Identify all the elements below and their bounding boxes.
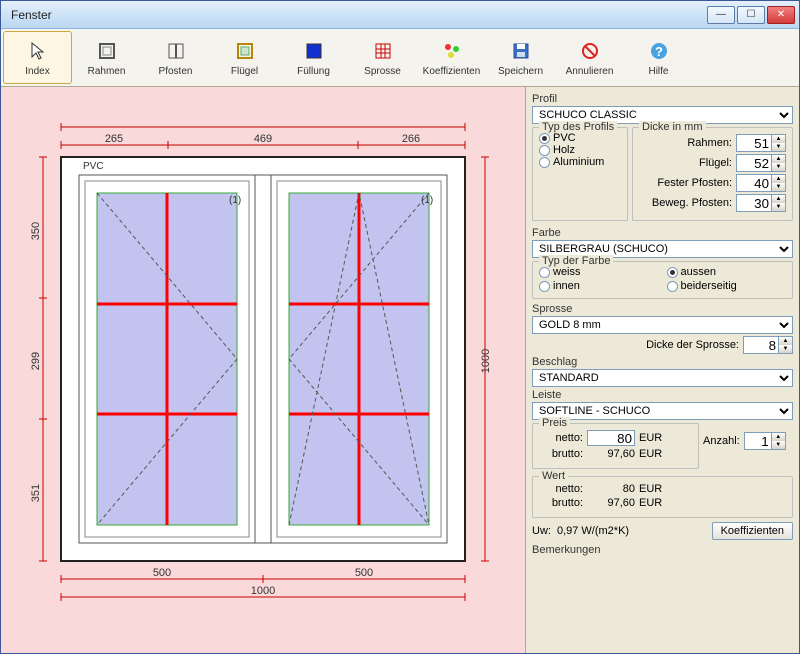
svg-text:500: 500 bbox=[355, 567, 373, 579]
preis-legend: Preis bbox=[539, 417, 570, 429]
netto-input[interactable] bbox=[587, 430, 635, 446]
tool-koeffizienten[interactable]: Koeffizienten bbox=[417, 31, 486, 84]
tool-speichern[interactable]: Speichern bbox=[486, 31, 555, 84]
toolbar: Index Rahmen Pfosten Flügel Füllung Spro… bbox=[1, 29, 799, 87]
tool-sprosse[interactable]: Sprosse bbox=[348, 31, 417, 84]
svg-text:350: 350 bbox=[30, 222, 42, 240]
drawing-canvas[interactable]: 265 469 266 PVC (1) (1) bbox=[1, 87, 525, 653]
radio-pvc[interactable]: PVC bbox=[539, 132, 621, 144]
anzahl-spin[interactable]: ▲▼ bbox=[744, 432, 786, 450]
frame-icon bbox=[95, 39, 119, 63]
profile-type-legend: Typ des Profils bbox=[539, 121, 617, 133]
wert-legend: Wert bbox=[539, 470, 568, 482]
wert-brutto: 97,60 bbox=[587, 497, 635, 509]
radio-weiss[interactable]: weiss bbox=[539, 266, 659, 278]
profile-label: Profil bbox=[532, 93, 793, 105]
leiste-select[interactable]: SOFTLINE - SCHUCO bbox=[532, 402, 793, 420]
window-drawing: 265 469 266 PVC (1) (1) bbox=[1, 87, 525, 653]
svg-text:?: ? bbox=[655, 44, 663, 59]
sprosse-label: Sprosse bbox=[532, 303, 793, 315]
brutto-value: 97,60 bbox=[587, 448, 635, 460]
radio-holz[interactable]: Holz bbox=[539, 144, 621, 156]
help-icon: ? bbox=[647, 39, 671, 63]
bemerkungen-label: Bemerkungen bbox=[532, 544, 793, 556]
sprosse-thick-spin[interactable]: ▲▼ bbox=[743, 336, 793, 354]
svg-text:265: 265 bbox=[105, 133, 123, 145]
radio-innen[interactable]: innen bbox=[539, 280, 659, 292]
uw-value: 0,97 W/(m2*K) bbox=[557, 525, 706, 537]
fester-spin[interactable]: ▲▼ bbox=[736, 174, 786, 192]
svg-text:PVC: PVC bbox=[83, 161, 104, 172]
svg-text:500: 500 bbox=[153, 567, 171, 579]
svg-text:299: 299 bbox=[30, 352, 42, 370]
svg-text:1000: 1000 bbox=[251, 585, 275, 597]
radio-beiderseitig[interactable]: beiderseitig bbox=[667, 280, 787, 292]
mullion-icon bbox=[164, 39, 188, 63]
leiste-label: Leiste bbox=[532, 389, 793, 401]
cursor-icon bbox=[26, 39, 50, 63]
tool-pfosten[interactable]: Pfosten bbox=[141, 31, 210, 84]
svg-text:1000: 1000 bbox=[480, 349, 492, 373]
cancel-icon bbox=[578, 39, 602, 63]
tool-fluegel[interactable]: Flügel bbox=[210, 31, 279, 84]
wert-netto: 80 bbox=[587, 483, 635, 495]
tool-fuellung[interactable]: Füllung bbox=[279, 31, 348, 84]
coefficients-icon bbox=[440, 39, 464, 63]
radio-aussen[interactable]: aussen bbox=[667, 266, 787, 278]
save-icon bbox=[509, 39, 533, 63]
app-window: Fenster — ☐ ✕ Index Rahmen Pfosten Flüge… bbox=[0, 0, 800, 654]
thickness-legend: Dicke in mm bbox=[639, 121, 706, 133]
beschlag-select[interactable]: STANDARD bbox=[532, 369, 793, 387]
window-title: Fenster bbox=[5, 8, 707, 22]
minimize-button[interactable]: — bbox=[707, 6, 735, 24]
beweg-spin[interactable]: ▲▼ bbox=[736, 194, 786, 212]
svg-text:351: 351 bbox=[30, 484, 42, 502]
svg-text:266: 266 bbox=[402, 133, 420, 145]
maximize-button[interactable]: ☐ bbox=[737, 6, 765, 24]
svg-text:469: 469 bbox=[254, 133, 272, 145]
farbe-label: Farbe bbox=[532, 227, 793, 239]
tool-index[interactable]: Index bbox=[3, 31, 72, 84]
close-button[interactable]: ✕ bbox=[767, 6, 795, 24]
tool-annulieren[interactable]: Annulieren bbox=[555, 31, 624, 84]
rahmen-spin[interactable]: ▲▼ bbox=[736, 134, 786, 152]
fluegel-spin[interactable]: ▲▼ bbox=[736, 154, 786, 172]
properties-panel: Profil SCHUCO CLASSIC Typ des Profils PV… bbox=[525, 87, 799, 653]
sprosse-select[interactable]: GOLD 8 mm bbox=[532, 316, 793, 334]
grid-icon bbox=[371, 39, 395, 63]
radio-aluminium[interactable]: Aluminium bbox=[539, 156, 621, 168]
farbe-type-legend: Typ der Farbe bbox=[539, 255, 613, 267]
fill-icon bbox=[302, 39, 326, 63]
tool-hilfe[interactable]: ? Hilfe bbox=[624, 31, 693, 84]
sash-icon bbox=[233, 39, 257, 63]
beschlag-label: Beschlag bbox=[532, 356, 793, 368]
koeffizienten-button[interactable]: Koeffizienten bbox=[712, 522, 793, 540]
titlebar[interactable]: Fenster — ☐ ✕ bbox=[1, 1, 799, 29]
svg-text:(1): (1) bbox=[229, 195, 241, 206]
tool-rahmen[interactable]: Rahmen bbox=[72, 31, 141, 84]
